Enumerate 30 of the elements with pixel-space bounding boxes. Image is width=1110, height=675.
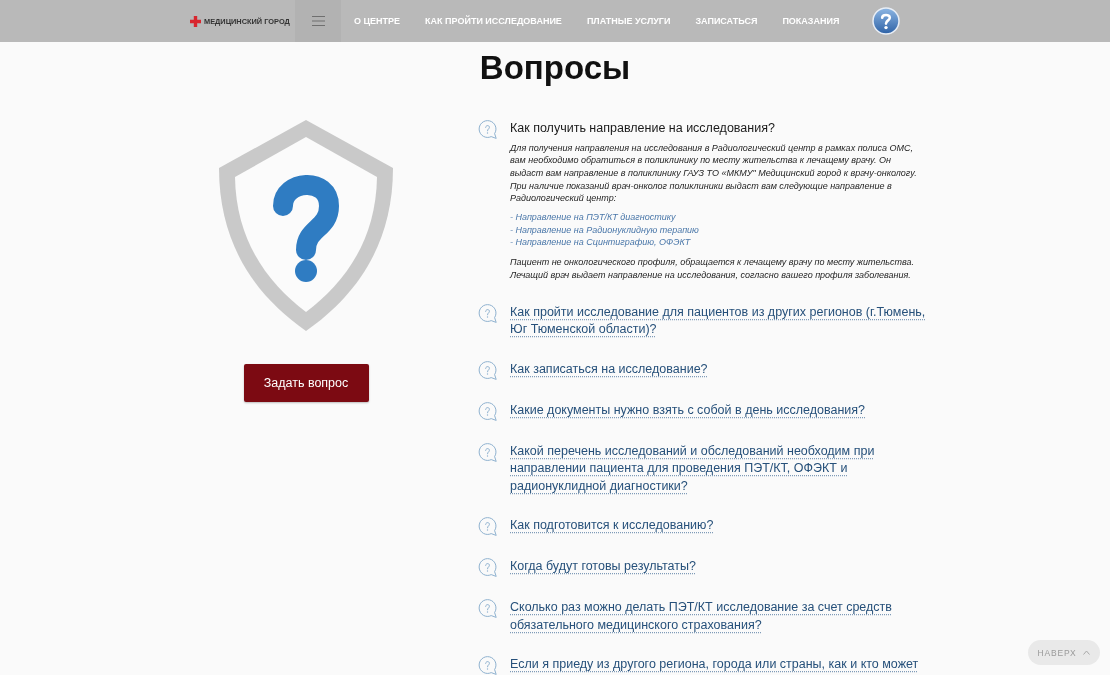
question-bubble-icon	[478, 120, 497, 139]
question-link[interactable]: Какой перечень исследований и обследований необходим при направлении пациента для проведения ПЭТ/КТ, ОФЭКТ и радионуклидной диагностики?	[510, 442, 928, 496]
answer-text: Пациент не онкологического профиля, обращается к лечащему врачу по месту жительства. Лечащий врач выдает направление на исследования, согласно вашего профиля заболевания.	[510, 256, 916, 282]
answer-link[interactable]: - Направление на Сцинтиграфию, ОФЭКТ	[510, 237, 691, 248]
question-link[interactable]: Как записаться на исследование?	[510, 360, 708, 379]
help-icon[interactable]	[872, 7, 901, 35]
answer-link[interactable]: - Направление на Радионуклидную терапию	[510, 224, 699, 235]
cross-icon	[190, 15, 201, 27]
question-bubble-icon	[478, 656, 497, 675]
question-link[interactable]: Как пройти исследование для пациентов из других регионов (г.Тюмень, Юг Тюменской области)?	[510, 303, 928, 339]
question-link[interactable]: Когда будут готовы результаты?	[510, 558, 696, 576]
question-bubble-icon	[478, 360, 497, 380]
menu-icon	[311, 16, 325, 26]
question-link[interactable]: Как подготовится к исследованию?	[510, 517, 714, 535]
answer-text: Для получения направления на исследования в Радиологический центр в рамках полиса ОМС, вам необходимо обратиться в поликлинику по месту жительства к лечащему врачу. Он выдаст вам направление в поликлинику ГАУЗ ТО «МКМУ" Медицинский город к врачу-онкологу. При наличие показаний врач-онколог поликлиники выдаст вам следующие направление в Радиологический центр:	[510, 141, 918, 205]
shield-question-icon	[219, 120, 393, 331]
question-link[interactable]: Если я приеду из другого региона, города или страны, как и кто может	[510, 656, 919, 674]
question-bubble-icon	[478, 303, 497, 323]
question-bubble-icon	[478, 442, 497, 462]
question-bubble-icon	[478, 517, 497, 537]
answer-link[interactable]: - Направление на ПЭТ/КТ диагностику	[510, 212, 676, 222]
question-link[interactable]: Какие документы нужно взять с собой в день исследования?	[510, 401, 866, 420]
question-bubble-icon	[478, 599, 497, 619]
question-bubble-icon	[478, 558, 497, 578]
ask-question-button[interactable]: Задать вопрос	[243, 364, 369, 402]
page-title: Вопросы	[479, 48, 631, 88]
question-bubble-icon	[478, 401, 497, 421]
question-link[interactable]: Как получить направление на исследования?	[510, 120, 775, 138]
question-link[interactable]: Сколько раз можно делать ПЭТ/КТ исследование за счет средств обязательного медицинского страхования?	[510, 599, 928, 635]
caret-up-icon	[1083, 650, 1091, 655]
